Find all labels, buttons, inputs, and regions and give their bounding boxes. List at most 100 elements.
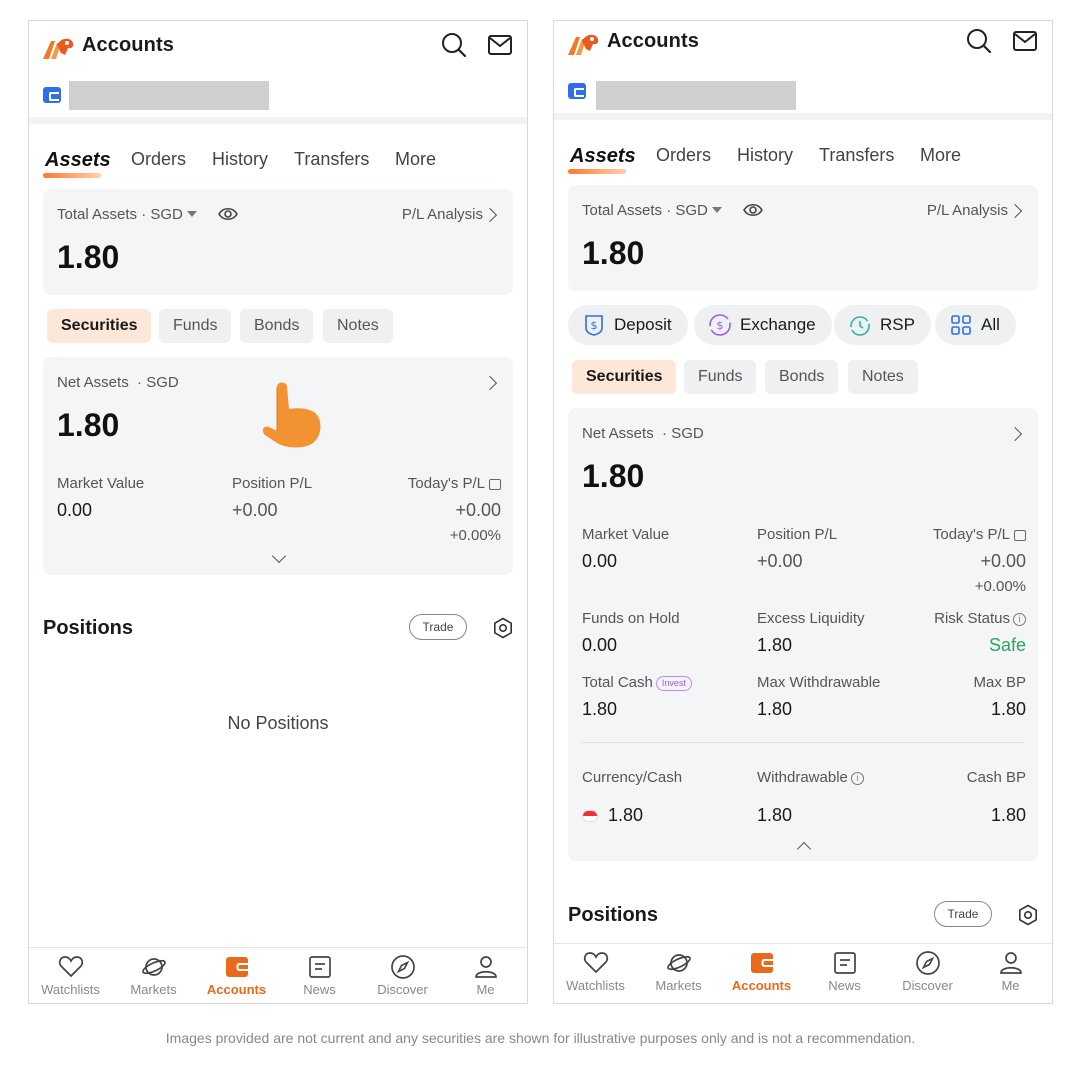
exchange-button[interactable]: $ Exchange bbox=[694, 305, 832, 345]
nav-accounts[interactable]: Accounts bbox=[720, 950, 803, 993]
cash-bp: 1.80 bbox=[990, 805, 1026, 825]
chevron-down-icon[interactable] bbox=[271, 548, 287, 564]
info-icon[interactable]: i bbox=[850, 771, 864, 785]
info-icon[interactable]: i bbox=[1013, 612, 1026, 626]
alarm-icon bbox=[850, 316, 870, 336]
nav-watchlists[interactable]: Watchlists bbox=[29, 954, 112, 997]
heart-icon bbox=[583, 952, 608, 974]
chevron-right-icon bbox=[1007, 426, 1023, 442]
nav-news[interactable]: News bbox=[803, 950, 886, 993]
filter-funds[interactable]: Funds bbox=[684, 360, 757, 394]
total-assets-label: Total Assets · SGD bbox=[582, 202, 726, 219]
currency-dropdown-icon[interactable] bbox=[711, 207, 722, 214]
pl-analysis-link[interactable]: P/L Analysis bbox=[927, 202, 1008, 219]
eye-icon[interactable] bbox=[218, 206, 238, 222]
nav-me[interactable]: Me bbox=[444, 954, 527, 997]
filter-bonds[interactable]: Bonds bbox=[240, 309, 314, 343]
moomoo-logo bbox=[568, 34, 599, 55]
withdrawable-label: Withdrawable i bbox=[757, 769, 864, 786]
search-icon[interactable] bbox=[966, 28, 992, 54]
filter-bonds[interactable]: Bonds bbox=[765, 360, 839, 394]
share-icon[interactable] bbox=[489, 478, 501, 490]
chevron-right-icon bbox=[1007, 203, 1023, 219]
news-icon bbox=[833, 952, 856, 974]
chevron-right-icon bbox=[482, 375, 498, 391]
compass-icon bbox=[390, 955, 415, 979]
nav-accounts[interactable]: Accounts bbox=[195, 954, 278, 997]
todays-pl-label: Today's P/L bbox=[408, 475, 501, 492]
share-icon[interactable] bbox=[1014, 529, 1026, 541]
tab-more[interactable]: More bbox=[920, 145, 961, 166]
tab-orders[interactable]: Orders bbox=[131, 149, 186, 170]
gear-icon[interactable] bbox=[492, 617, 514, 639]
risk-status-label: Risk Status i bbox=[934, 610, 1026, 627]
filter-funds[interactable]: Funds bbox=[159, 309, 232, 343]
search-icon[interactable] bbox=[441, 32, 467, 58]
mail-icon[interactable] bbox=[487, 32, 513, 58]
pl-analysis-link[interactable]: P/L Analysis bbox=[402, 206, 483, 223]
svg-text:$: $ bbox=[717, 319, 724, 332]
all-button[interactable]: All bbox=[935, 305, 1016, 345]
trade-button[interactable]: Trade bbox=[934, 901, 992, 927]
max-bp: 1.80 bbox=[990, 699, 1026, 719]
filter-securities[interactable]: Securities bbox=[47, 309, 152, 343]
todays-pl-label: Today's P/L bbox=[933, 526, 1026, 543]
nav-discover[interactable]: Discover bbox=[361, 954, 444, 997]
max-bp-label: Max BP bbox=[973, 674, 1026, 691]
page-title: Accounts bbox=[82, 34, 174, 56]
filter-securities[interactable]: Securities bbox=[572, 360, 677, 394]
trade-button[interactable]: Trade bbox=[409, 614, 467, 640]
nav-markets[interactable]: Markets bbox=[112, 954, 195, 997]
rsp-button[interactable]: RSP bbox=[834, 305, 931, 345]
header: Accounts bbox=[29, 29, 527, 77]
currency-dropdown-icon[interactable] bbox=[186, 211, 197, 218]
invest-badge[interactable]: Invest bbox=[655, 675, 692, 691]
tab-transfers[interactable]: Transfers bbox=[819, 145, 894, 166]
tab-history[interactable]: History bbox=[737, 145, 793, 166]
gear-icon[interactable] bbox=[1017, 904, 1039, 926]
tab-transfers[interactable]: Transfers bbox=[294, 149, 369, 170]
deposit-button[interactable]: $ Deposit bbox=[568, 305, 688, 345]
market-value: 0.00 bbox=[57, 500, 93, 520]
nav-markets[interactable]: Markets bbox=[637, 950, 720, 993]
bottom-nav: Watchlists Markets Accounts News Discove… bbox=[554, 943, 1052, 1003]
withdrawable: 1.80 bbox=[757, 805, 793, 825]
total-assets-card: Total Assets · SGD P/L Analysis 1.80 bbox=[568, 185, 1038, 291]
account-name-redacted bbox=[69, 81, 269, 110]
tab-more[interactable]: More bbox=[395, 149, 436, 170]
net-assets-card[interactable]: Net Assets · SGD 1.80 Market Value 0.00 … bbox=[568, 408, 1038, 861]
total-cash-label: Total Cash Invest bbox=[582, 674, 692, 691]
nav-me[interactable]: Me bbox=[969, 950, 1052, 993]
tab-assets[interactable]: Assets bbox=[43, 149, 111, 178]
nav-discover[interactable]: Discover bbox=[886, 950, 969, 993]
filter-notes[interactable]: Notes bbox=[848, 360, 918, 394]
planet-icon bbox=[141, 958, 166, 976]
tab-history[interactable]: History bbox=[212, 149, 268, 170]
user-icon bbox=[999, 952, 1022, 974]
nav-news[interactable]: News bbox=[278, 954, 361, 997]
net-assets-label: Net Assets · SGD bbox=[582, 425, 704, 442]
tab-assets[interactable]: Assets bbox=[568, 145, 636, 174]
tab-orders[interactable]: Orders bbox=[656, 145, 711, 166]
total-assets-label: Total Assets · SGD bbox=[57, 206, 201, 223]
todays-pl: +0.00 bbox=[980, 551, 1026, 571]
filter-notes[interactable]: Notes bbox=[323, 309, 393, 343]
planet-icon bbox=[666, 954, 691, 972]
nav-watchlists[interactable]: Watchlists bbox=[554, 950, 637, 993]
eye-icon[interactable] bbox=[743, 202, 763, 218]
singapore-flag-icon bbox=[582, 810, 598, 823]
deposit-icon: $ bbox=[585, 315, 603, 336]
divider bbox=[29, 117, 527, 124]
chevron-up-icon[interactable] bbox=[796, 841, 812, 857]
left-screen: Accounts Assets Orders History Transfers… bbox=[28, 20, 528, 1004]
position-pl: +0.00 bbox=[232, 500, 278, 520]
mail-icon[interactable] bbox=[1012, 28, 1038, 54]
wallet-icon bbox=[750, 953, 773, 973]
divider bbox=[554, 113, 1052, 120]
max-withdrawable-label: Max Withdrawable bbox=[757, 674, 881, 691]
excess-liquidity: 1.80 bbox=[757, 635, 793, 655]
market-value-label: Market Value bbox=[57, 475, 145, 492]
currency-cash: 1.80 bbox=[582, 805, 643, 826]
heart-icon bbox=[58, 956, 83, 978]
positions-title: Positions bbox=[568, 904, 659, 926]
